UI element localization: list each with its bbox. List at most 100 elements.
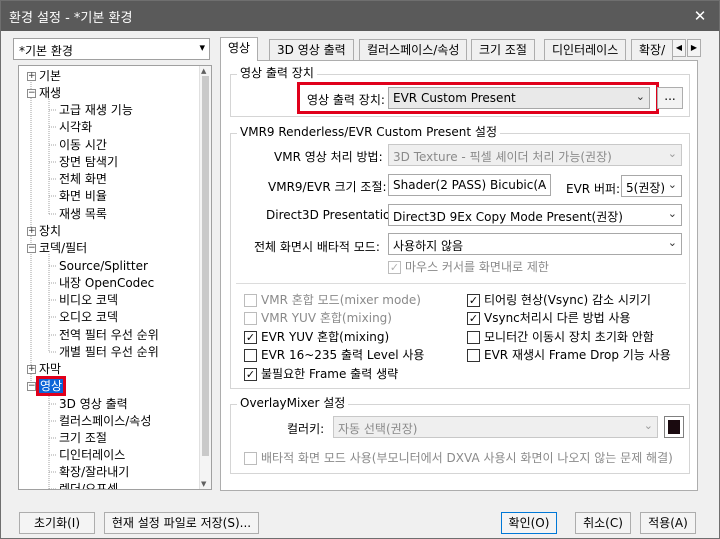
tree-item-label: 개별 필터 우선 순위	[59, 345, 159, 359]
checkbox-icon	[467, 331, 480, 344]
device-options-button[interactable]: ...	[657, 87, 683, 109]
tree-item-label: 코덱/필터	[39, 241, 88, 255]
tree-scrollbar[interactable]: ▲ ▼	[199, 66, 211, 489]
checkbox-label: VMR YUV 혼합(mixing)	[261, 311, 392, 325]
tree-item-seek-time[interactable]: 이동 시간	[59, 137, 107, 154]
tab-deinterlace[interactable]: 디인터레이스	[544, 39, 627, 61]
tree-item-aspect-ratio[interactable]: 화면 비율	[59, 188, 107, 205]
tree-item-label: 재생	[39, 86, 62, 100]
d3d-presentation-dropdown[interactable]: Direct3D 9Ex Copy Mode Present(권장) ⌄	[388, 204, 682, 226]
output-device-dropdown[interactable]: EVR Custom Present ⌄	[388, 87, 650, 109]
d3d-presentation-value: Direct3D 9Ex Copy Mode Present(권장)	[393, 210, 623, 224]
tree-item-label: Source/Splitter	[59, 259, 148, 273]
category-tree[interactable]: + 기본 − 재생 고급 재생 기능 시각화 이동 시간 장면 탐색기 전체 화…	[18, 65, 212, 490]
tab-scroll-right-icon[interactable]: ▶	[687, 39, 701, 57]
checkbox-label: EVR 16~235 출력 Level 사용	[261, 348, 425, 362]
tree-item-advanced-playback[interactable]: 고급 재생 기능	[59, 102, 133, 119]
tab-resize[interactable]: 크기 조절	[471, 39, 535, 61]
ok-button[interactable]: 확인(O)	[501, 512, 557, 534]
checkbox-icon	[467, 349, 480, 362]
vmr-processing-label: VMR 영상 처리 방법:	[274, 150, 383, 164]
vmr-processing-value: 3D Texture - 픽셀 셰이더 처리 가능(권장)	[393, 150, 612, 164]
confine-cursor-label: 마우스 커서를 화면내로 제한	[405, 260, 549, 274]
tree-item-codec-filter[interactable]: 코덱/필터	[39, 240, 87, 257]
tree-item-resize[interactable]: 크기 조절	[59, 430, 107, 447]
colorkey-swatch-button[interactable]	[664, 416, 684, 438]
tree-item-label: 전역 필터 우선 순위	[59, 328, 159, 342]
tree-item-basic[interactable]: 기본	[39, 68, 61, 85]
tab-strip: 영상 3D 영상 출력 컬러스페이스/속성 크기 조절 디인터레이스 확장/	[220, 37, 698, 61]
checkbox-icon	[244, 312, 257, 325]
checkmark-icon: ✓	[467, 312, 480, 325]
tree-item-label: 재생 목록	[59, 207, 107, 221]
tab-expand[interactable]: 확장/	[631, 39, 674, 61]
tree-item-video-codec[interactable]: 비디오 코덱	[59, 292, 118, 309]
tree-item-devices[interactable]: 장치	[39, 223, 61, 240]
collapse-icon[interactable]: −	[27, 89, 36, 98]
colorkey-dropdown[interactable]: 자동 선택(권장) ⌄	[333, 416, 658, 438]
apply-button[interactable]: 적용(A)	[640, 512, 696, 534]
expand-icon[interactable]: +	[27, 72, 36, 81]
resize-method-label: VMR9/EVR 크기 조절:	[268, 180, 387, 194]
checkbox-label: 불필요한 Frame 출력 생략	[261, 367, 399, 381]
tab-video[interactable]: 영상	[220, 37, 259, 61]
colorkey-value: 자동 선택(권장)	[338, 422, 418, 436]
tree-item-source-splitter[interactable]: Source/Splitter	[59, 258, 148, 275]
scroll-down-icon[interactable]: ▼	[201, 480, 206, 488]
title-bar[interactable]: 환경 설정 - *기본 환경 ✕	[1, 1, 719, 31]
close-icon[interactable]: ✕	[687, 5, 713, 27]
tree-item-opencodec[interactable]: 내장 OpenCodec	[59, 275, 154, 292]
tree-item-deinterlace[interactable]: 디인터레이스	[59, 447, 125, 464]
save-to-file-button[interactable]: 현재 설정 파일로 저장(S)...	[104, 512, 259, 534]
chevron-down-icon: ⌄	[667, 178, 677, 191]
exclusive-mode-label: 전체 화면시 배타적 모드:	[254, 240, 380, 254]
chevron-down-icon: ⌄	[667, 207, 677, 220]
tree-item-global-filter-priority[interactable]: 전역 필터 우선 순위	[59, 327, 159, 344]
scroll-up-icon[interactable]: ▲	[201, 67, 206, 75]
scrollbar-thumb[interactable]	[202, 76, 209, 456]
reset-button[interactable]: 초기화(I)	[19, 512, 95, 534]
tree-item-label: 전체 화면	[59, 172, 107, 186]
collapse-icon[interactable]: −	[27, 244, 36, 253]
tree-item-colorspace[interactable]: 컬러스페이스/속성	[59, 413, 151, 430]
expand-icon[interactable]: +	[27, 227, 36, 236]
tree-item-label: 장치	[39, 224, 62, 238]
tree-item-fullscreen[interactable]: 전체 화면	[59, 171, 107, 188]
tree-item-expand-crop[interactable]: 확장/잘라내기	[59, 464, 129, 481]
chevron-down-icon: ▾	[199, 41, 205, 54]
cancel-button[interactable]: 취소(C)	[575, 512, 631, 534]
tree-item-label: 이동 시간	[59, 138, 107, 152]
checkbox-label: EVR YUV 혼합(mixing)	[261, 330, 390, 344]
tree-item-3d-output[interactable]: 3D 영상 출력	[59, 396, 128, 413]
tab-colorspace[interactable]: 컬러스페이스/속성	[359, 39, 468, 61]
tree-item-scene-explorer[interactable]: 장면 탐색기	[59, 154, 118, 171]
tree-item-playback[interactable]: 재생	[39, 85, 61, 102]
profile-dropdown-value: *기본 환경	[19, 44, 73, 58]
output-device-value: EVR Custom Present	[393, 91, 516, 105]
expand-icon[interactable]: +	[27, 365, 36, 374]
chevron-down-icon: ⌄	[643, 419, 653, 432]
collapse-icon[interactable]: −	[27, 382, 36, 391]
tree-item-visualization[interactable]: 시각화	[59, 119, 92, 136]
chevron-down-icon: ⌄	[667, 147, 677, 160]
vmr-processing-dropdown[interactable]: 3D Texture - 픽셀 셰이더 처리 가능(권장) ⌄	[388, 144, 682, 166]
evr-buffer-dropdown[interactable]: 5(권장) ⌄	[621, 175, 682, 197]
tree-item-subtitles[interactable]: 자막	[39, 361, 61, 378]
tree-item-individual-filter-priority[interactable]: 개별 필터 우선 순위	[59, 344, 159, 361]
tree-item-label: 비디오 코덱	[59, 293, 119, 307]
tree-item-playlist[interactable]: 재생 목록	[59, 206, 107, 223]
profile-dropdown[interactable]: *기본 환경 ▾	[13, 38, 210, 60]
tree-item-label: 3D 영상 출력	[59, 397, 128, 411]
tab-3d-output[interactable]: 3D 영상 출력	[269, 39, 354, 61]
resize-method-dropdown[interactable]: Shader(2 PASS) Bicubic(A ⌄	[388, 174, 551, 196]
tree-item-render-offset[interactable]: 렌더/오프셋	[59, 481, 118, 489]
exclusive-mode-dropdown[interactable]: 사용하지 않음 ⌄	[388, 233, 682, 255]
chevron-down-icon: ⌄	[536, 177, 546, 190]
checkbox-icon	[244, 452, 257, 465]
chevron-down-icon: ⌄	[667, 236, 677, 249]
tree-item-video[interactable]: 영상	[35, 376, 67, 396]
checkbox-label: 티어링 현상(Vsync) 감소 시키기	[484, 293, 651, 307]
tab-scroll-left-icon[interactable]: ◀	[672, 39, 686, 57]
tree-item-audio-codec[interactable]: 오디오 코덱	[59, 309, 118, 326]
video-settings-panel: 영상 출력 장치 영상 출력 장치: EVR Custom Present ⌄ …	[220, 60, 698, 491]
